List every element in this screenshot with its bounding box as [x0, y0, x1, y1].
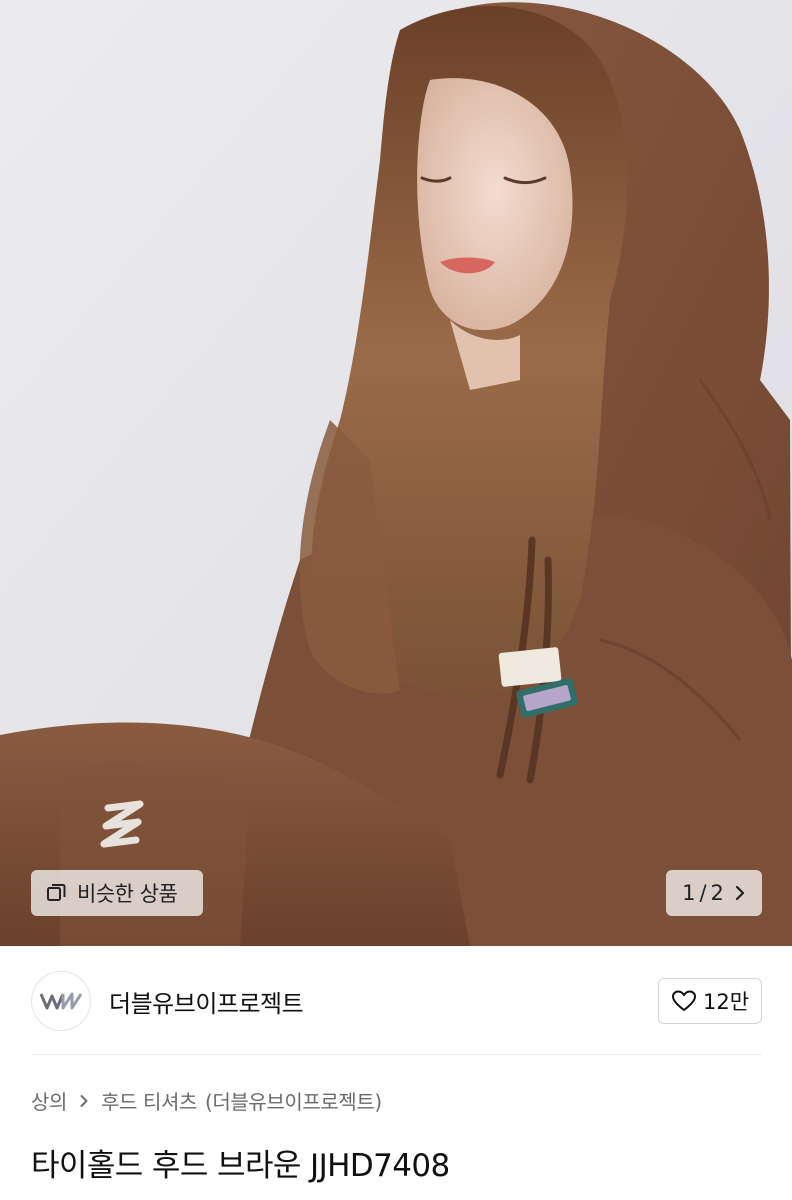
product-image[interactable]: 비슷한 상품 1 / 2 — [0, 0, 792, 946]
brand-row: 더블유브이프로젝트 12만 — [31, 970, 762, 1032]
pager-separator: / — [699, 881, 707, 905]
similar-products-label: 비슷한 상품 — [77, 882, 178, 906]
like-button[interactable]: 12만 — [658, 978, 762, 1024]
breadcrumb-subcategory[interactable]: 후드 티셔츠 — [101, 1086, 197, 1115]
breadcrumb: 상의 후드 티셔츠 (더블유브이프로젝트) — [31, 1086, 382, 1115]
pager-current: 1 — [682, 881, 696, 905]
similar-products-button[interactable]: 비슷한 상품 — [31, 870, 203, 916]
image-pager[interactable]: 1 / 2 — [666, 870, 762, 916]
brand-name[interactable]: 더블유브이프로젝트 — [109, 984, 304, 1019]
brand-logo-icon — [39, 992, 83, 1010]
brand-logo[interactable] — [31, 971, 91, 1031]
product-photo — [0, 0, 792, 946]
breadcrumb-category[interactable]: 상의 — [31, 1086, 67, 1115]
breadcrumb-brand[interactable]: (더블유브이프로젝트) — [205, 1086, 382, 1115]
product-title: 타이홀드 후드 브라운 JJHD7408 — [31, 1148, 450, 1184]
like-count: 12만 — [702, 990, 750, 1014]
divider — [31, 1054, 762, 1055]
pager-total: 2 — [710, 881, 724, 905]
chevron-right-icon — [734, 885, 746, 901]
chevron-right-icon — [79, 1094, 89, 1108]
heart-icon — [671, 989, 697, 1013]
similar-products-icon — [45, 882, 67, 904]
